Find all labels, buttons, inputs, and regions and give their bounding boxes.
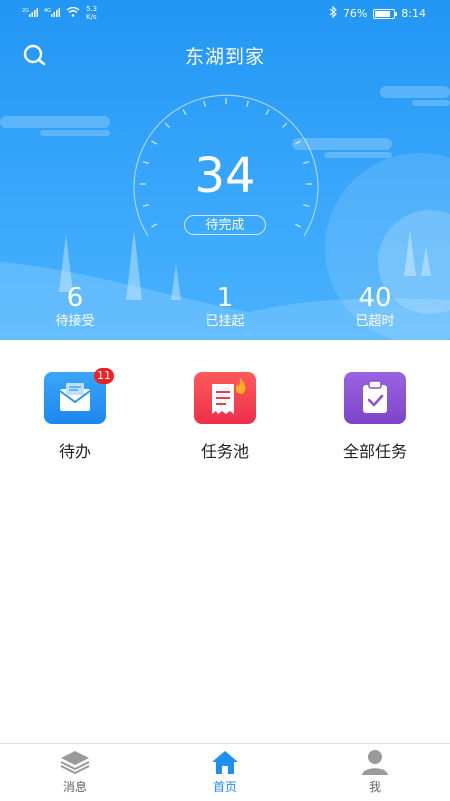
todo-badge: 11 [94,368,114,384]
gauge-tick [203,100,206,107]
gauge-tick [142,204,149,207]
gauge-tick [151,140,158,145]
bluetooth-icon [329,5,337,21]
person-icon [362,750,388,775]
tab-label: 消息 [62,780,87,794]
stat-value: 1 [216,283,234,313]
stat-suspended[interactable]: 1 已挂起 [165,283,285,331]
task-pool-label: 任务池 [200,442,249,461]
all-tasks-tile[interactable]: 全部任务 [315,372,435,462]
network-speed: 5.3 K/s [86,5,98,21]
stat-value: 6 [66,283,84,313]
signal-2-icon: 4G [44,7,60,20]
tab-label: 我 [368,780,381,794]
todo-tile[interactable]: 11 待办 [15,368,135,462]
bottom-tab-bar: 消息 首页 我 [0,743,450,801]
stat-label: 已超时 [355,314,395,329]
all-tasks-label: 全部任务 [342,442,407,461]
gauge-tick [303,204,310,207]
gauge-tick [265,109,270,116]
stat-label: 待接受 [55,314,95,329]
pending-label[interactable]: 待完成 [184,215,266,235]
wifi-icon [66,6,80,20]
gauge-tick [294,223,301,228]
tab-messages[interactable]: 消息 [25,748,125,795]
pending-count: 34 [194,148,256,204]
stat-value: 40 [358,283,392,313]
status-bar: 2G 4G 5.3 K/s 76% 8:14 [0,0,450,26]
tab-home[interactable]: 首页 [175,748,275,795]
battery-percent: 76% [342,7,368,20]
hero-header: 2G 4G 5.3 K/s 76% 8:14 东湖到家 34 待完成 6 待接受… [0,0,450,340]
clipboard-check-icon [344,372,406,424]
home-icon [212,751,238,774]
receipt-fire-icon [194,372,256,424]
stat-overdue[interactable]: 40 已超时 [315,283,435,331]
gauge-tick [182,109,187,116]
clock: 8:14 [401,7,426,20]
task-pool-tile[interactable]: 任务池 [165,372,285,462]
tab-me[interactable]: 我 [325,748,425,795]
mail-icon: 11 [44,368,114,424]
todo-label: 待办 [58,442,91,461]
gauge-tick [282,122,288,128]
gauge-tick [151,223,158,228]
tab-label: 首页 [212,780,237,794]
stat-label: 已挂起 [205,314,245,329]
signal-1-icon: 2G [22,7,38,20]
page-title: 东湖到家 [184,46,265,68]
battery-icon [373,8,398,19]
stat-to-accept[interactable]: 6 待接受 [15,283,135,331]
layers-icon [60,751,90,775]
gauge-tick [246,100,249,107]
gauge-tick [164,122,170,128]
svg-text:4G: 4G [44,8,51,14]
svg-text:2G: 2G [22,8,29,14]
